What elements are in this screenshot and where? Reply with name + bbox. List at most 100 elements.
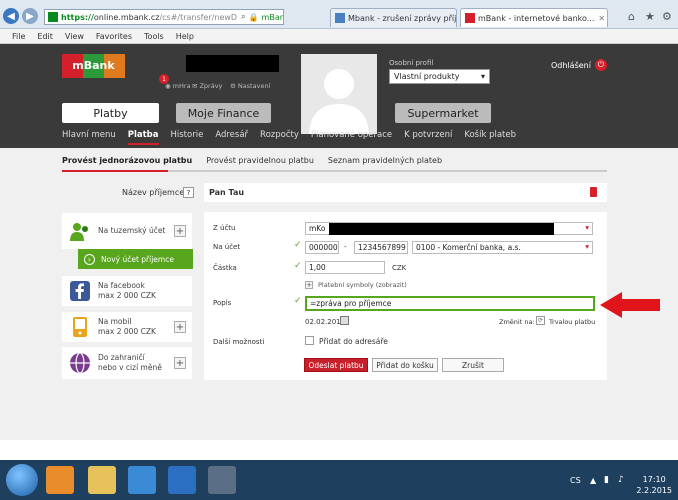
add-to-addressbook-checkbox[interactable]: [305, 336, 314, 345]
user-silhouette-icon: [309, 69, 369, 134]
messages-link[interactable]: ✉ Zprávy: [192, 82, 222, 90]
forward-icon[interactable]: ▶: [22, 8, 38, 24]
tab-moje-finance[interactable]: Moje Finance: [176, 103, 271, 123]
chevron-down-icon: ▾: [585, 242, 589, 251]
menu-file[interactable]: File: [12, 32, 25, 41]
from-account-select[interactable]: mKo ▾: [305, 222, 593, 235]
lock-icon[interactable]: 🔒: [249, 13, 259, 22]
sidebar-item-domestic[interactable]: Na tuzemský účet +: [62, 213, 192, 249]
amount-input[interactable]: 1,00: [305, 261, 385, 274]
redacted-account: [329, 223, 554, 235]
help-icon[interactable]: ?: [183, 187, 194, 198]
tab-mbank-internetove[interactable]: mBank - internetové banko... ✕: [460, 8, 608, 27]
from-account-label: Z účtu: [213, 224, 236, 232]
language-indicator[interactable]: CS: [570, 476, 581, 485]
power-icon: ⏻: [594, 59, 607, 71]
favorites-star-icon[interactable]: ★: [645, 10, 655, 23]
taskbar: CS ▲ ▮ ♪ 17:10 2.2.2015: [0, 460, 678, 500]
menu-view[interactable]: View: [65, 32, 84, 41]
nav-rozpocty[interactable]: Rozpočty: [260, 130, 299, 145]
mbank-favicon: [465, 13, 475, 23]
url-host: online.mbank.cz: [93, 12, 160, 22]
active-tab-indicator: [62, 170, 168, 172]
sidebar-item-mobile[interactable]: Na mobil max 2 000 CZK +: [62, 312, 192, 342]
app-window-icon[interactable]: [208, 466, 236, 494]
tab-label: mBank - internetové banko...: [478, 13, 595, 23]
currency-label: CZK: [392, 264, 407, 272]
subtab-seznam[interactable]: Seznam pravidelných plateb: [328, 156, 442, 165]
people-icon: [70, 223, 88, 241]
tab-mbank-zruseni[interactable]: Mbank - zrušení zprávy příjem...: [330, 8, 457, 27]
avatar: [301, 54, 377, 134]
media-player-icon[interactable]: [46, 466, 74, 494]
windows-start-icon[interactable]: [6, 464, 38, 496]
add-icon[interactable]: +: [174, 321, 186, 333]
profile-select[interactable]: Vlastní produkty ▾: [389, 69, 490, 84]
send-payment-button[interactable]: Odeslat platbu: [304, 358, 368, 372]
sidebar-item-abroad[interactable]: Do zahraničí nebo v cizí měně +: [62, 347, 192, 379]
internet-explorer-icon[interactable]: [128, 466, 156, 494]
back-icon[interactable]: ◀: [3, 8, 19, 24]
nav-historie[interactable]: Historie: [171, 130, 204, 145]
volume-icon[interactable]: ♪: [618, 475, 624, 485]
phone-icon: [73, 317, 87, 337]
check-icon: ✓: [294, 261, 302, 271]
nav-hlavni-menu[interactable]: Hlavní menu: [62, 130, 116, 145]
recipient-name-field[interactable]: Pan Tau: [204, 183, 607, 202]
standing-order-link[interactable]: Trvalou platbu: [549, 318, 595, 326]
tray-up-icon[interactable]: ▲: [590, 476, 596, 485]
subtab-jednorazova[interactable]: Provést jednorázovou platbu: [62, 156, 192, 165]
clock[interactable]: 17:10 2.2.2015: [636, 474, 672, 496]
browser-chrome: ◀ ▶ https://online.mbank.cz/cs#/transfer…: [0, 0, 678, 29]
add-icon[interactable]: +: [174, 225, 186, 237]
address-bar[interactable]: https://online.mbank.cz/cs#/transfer/new…: [44, 9, 284, 25]
sidebar-item-facebook[interactable]: Na facebook max 2 000 CZK: [62, 276, 192, 306]
payment-subtabs: Provést jednorázovou platbu Provést prav…: [62, 156, 456, 165]
subtab-pravidelna[interactable]: Provést pravidelnou platbu: [206, 156, 314, 165]
network-icon[interactable]: ▮: [604, 475, 609, 485]
abroad-text: Do zahraničí nebo v cizí měně: [98, 353, 162, 372]
chevron-down-icon: ▾: [480, 72, 485, 81]
site-identity-badge[interactable]: mBank S.A. [PL]: [262, 13, 283, 22]
check-icon: ✓: [294, 296, 302, 306]
book-icon[interactable]: [590, 187, 597, 197]
add-to-basket-button[interactable]: Přidat do košku: [372, 358, 438, 372]
home-icon[interactable]: ⌂: [628, 10, 635, 23]
menu-tools[interactable]: Tools: [144, 32, 164, 41]
nav-planovane-operace[interactable]: Plánované operace: [311, 130, 392, 145]
menu-help[interactable]: Help: [176, 32, 194, 41]
menu-edit[interactable]: Edit: [37, 32, 53, 41]
cancel-button[interactable]: Zrušit: [442, 358, 504, 372]
add-to-addressbook-label: Přidat do adresáře: [319, 337, 388, 346]
nav-adresar[interactable]: Adresář: [215, 130, 248, 145]
tab-supermarket[interactable]: Supermarket: [395, 103, 491, 123]
gear-icon[interactable]: ⚙: [662, 10, 672, 23]
nav-k-potvrzeni[interactable]: K potvrzení: [404, 130, 452, 145]
search-icon[interactable]: ⌕: [241, 12, 245, 22]
payment-symbols-link[interactable]: + Platební symboly (zobrazit): [305, 281, 407, 289]
content-area: Provést jednorázovou platbu Provést prav…: [0, 148, 678, 440]
red-arrow-annotation: [600, 292, 660, 318]
outlook-icon[interactable]: [168, 466, 196, 494]
tab-label: Mbank - zrušení zprávy příjem...: [348, 13, 457, 23]
nav-kosik-plateb[interactable]: Košík plateb: [464, 130, 516, 145]
account-number-input[interactable]: 1234567899: [354, 241, 408, 254]
facebook-icon: [70, 281, 90, 301]
add-icon[interactable]: +: [174, 357, 186, 369]
bank-code-select[interactable]: 0100 - Komerční banka, a.s. ▾: [412, 241, 593, 254]
mbank-logo[interactable]: mBank: [62, 54, 125, 78]
calendar-icon[interactable]: [340, 316, 349, 325]
settings-link[interactable]: ⚙ Nastavení: [230, 82, 270, 90]
description-input[interactable]: =zpráva pro příjemce: [305, 296, 595, 311]
game-icon: ◉: [165, 82, 171, 90]
logout-button[interactable]: Odhlášení ⏻: [551, 59, 607, 71]
tab-platby[interactable]: Platby: [62, 103, 159, 123]
account-prefix-input[interactable]: 000000: [305, 241, 339, 254]
menu-favorites[interactable]: Favorites: [96, 32, 132, 41]
new-recipient-button[interactable]: › Nový účet příjemce: [78, 249, 193, 269]
folder-icon[interactable]: [88, 466, 116, 494]
close-icon[interactable]: ✕: [598, 14, 605, 23]
check-icon: ✓: [294, 240, 302, 250]
mhra-link[interactable]: ◉ mHra: [165, 82, 191, 90]
nav-platba[interactable]: Platba: [127, 130, 159, 145]
